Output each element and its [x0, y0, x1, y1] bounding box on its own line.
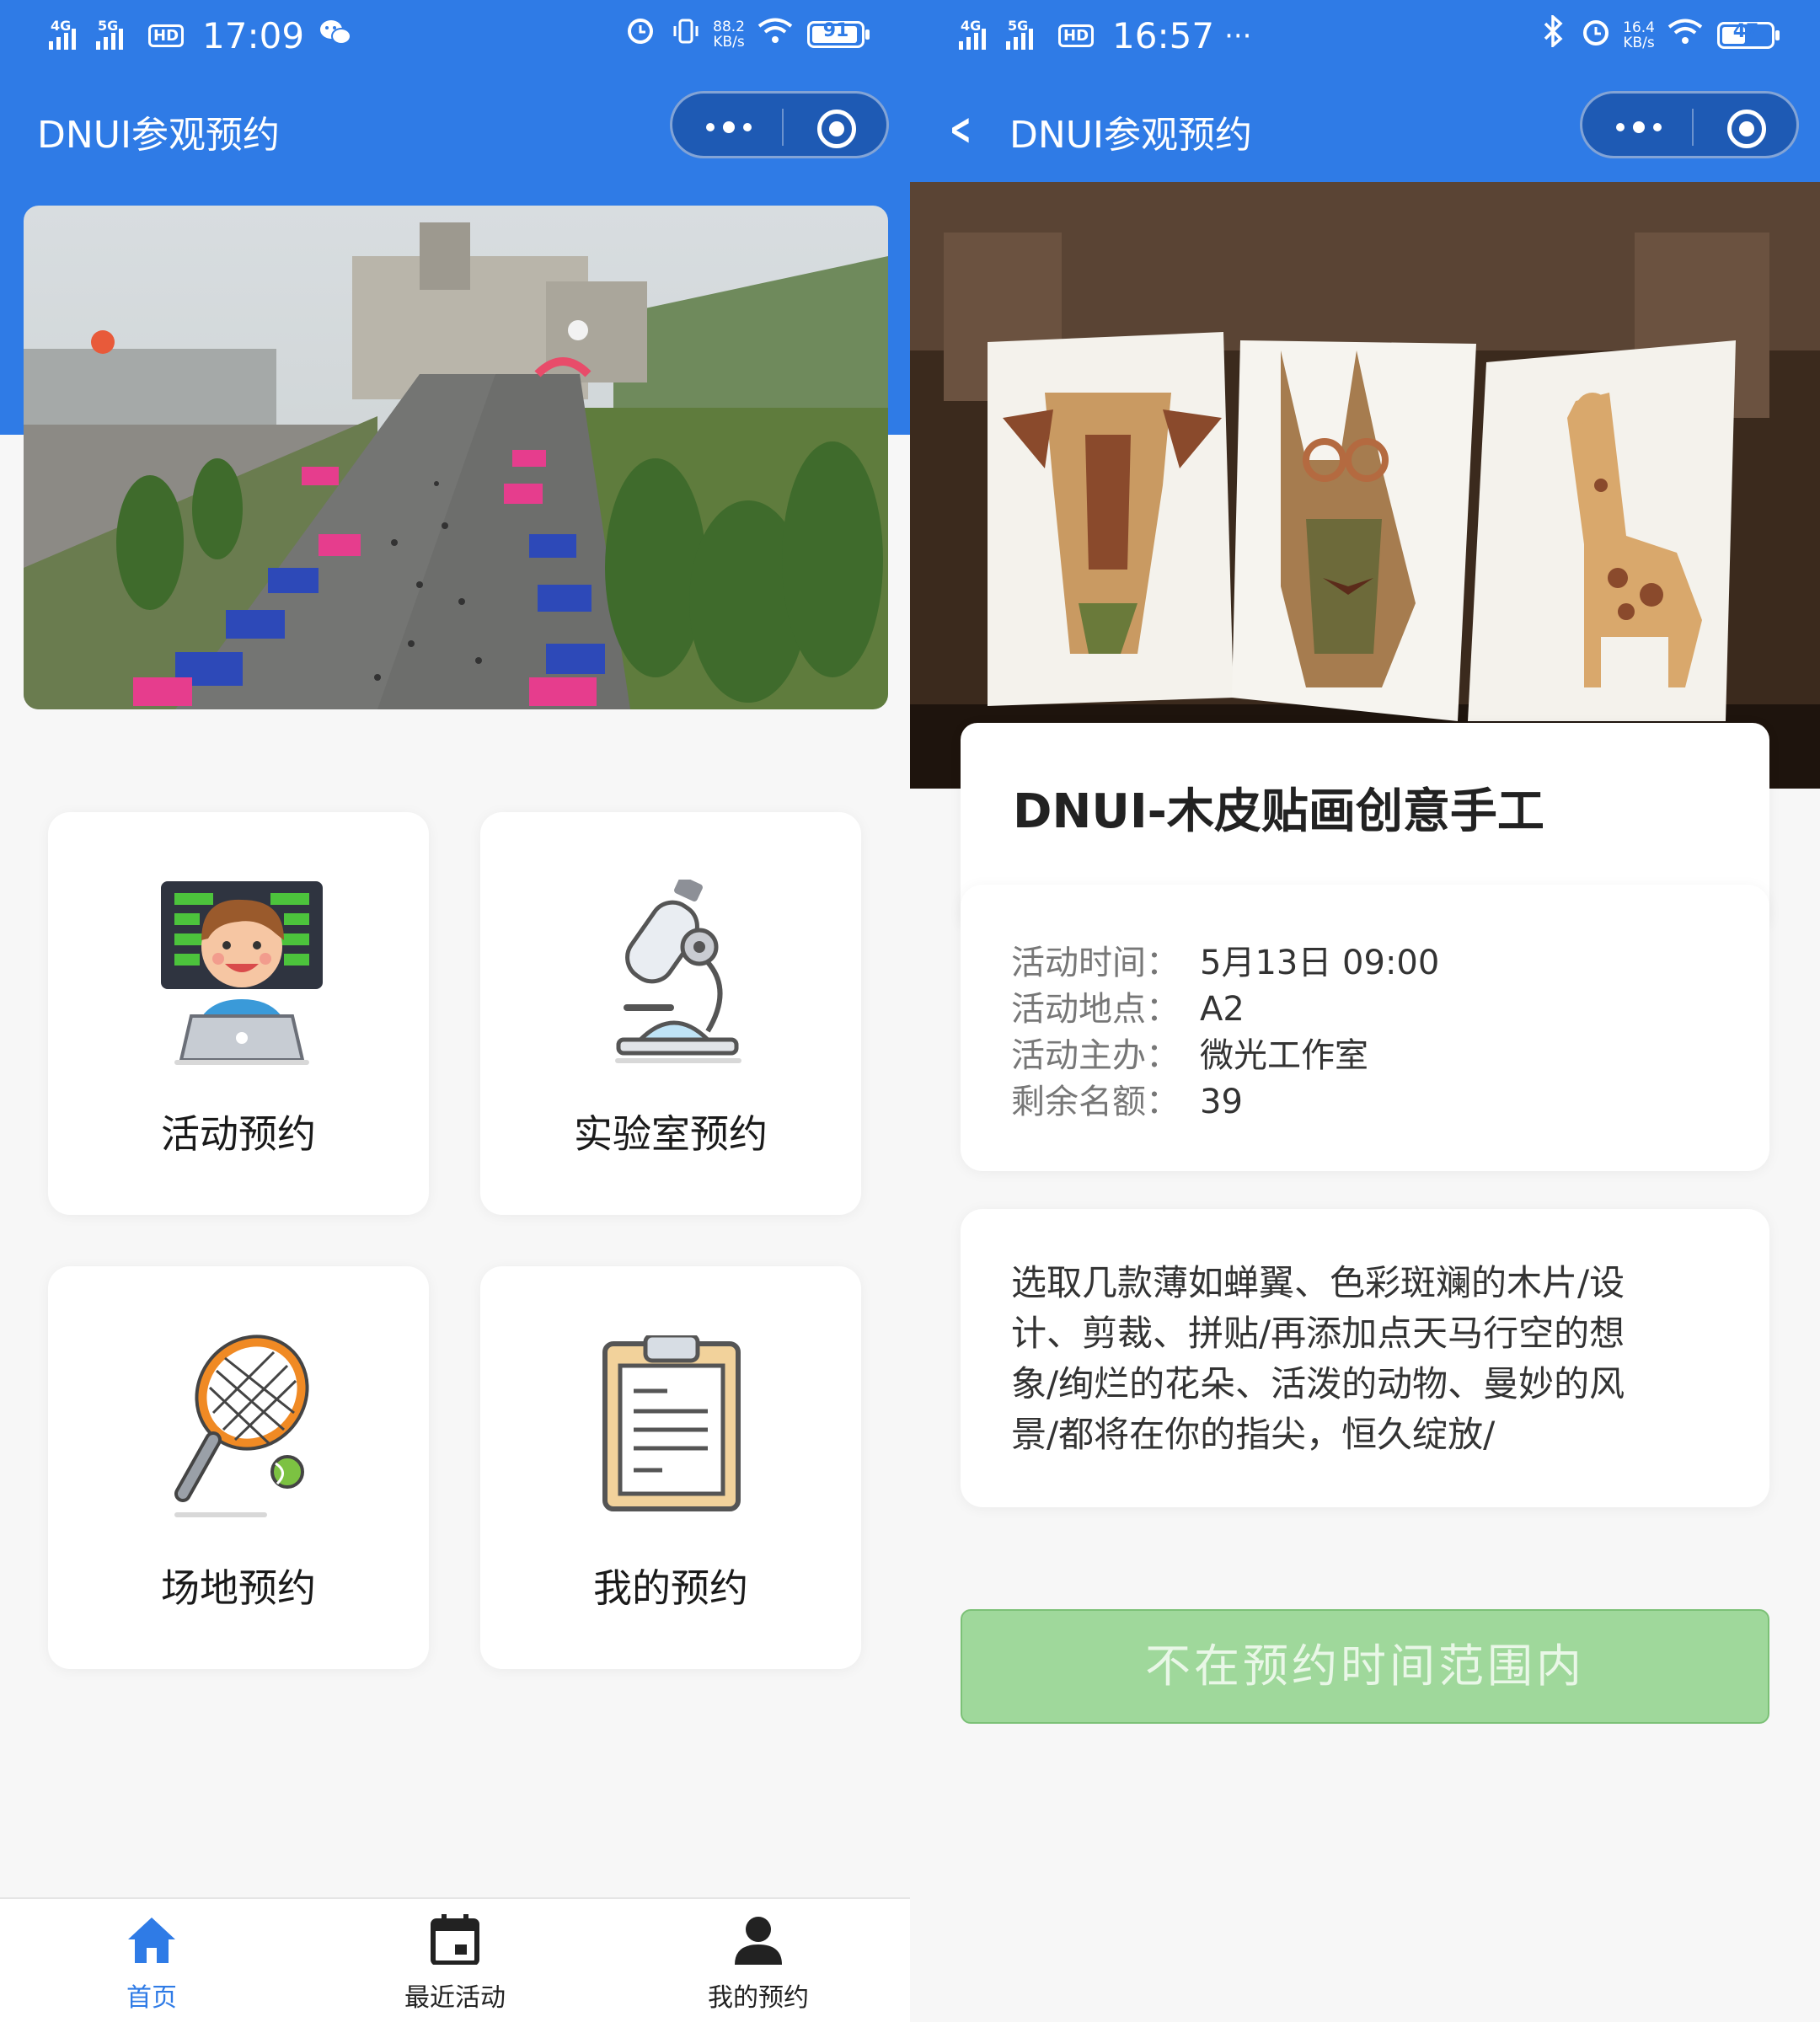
- tab-label: 我的预约: [708, 1983, 809, 2013]
- clipboard-icon: [600, 1333, 743, 1516]
- bluetooth-icon: [1540, 13, 1566, 56]
- tab-bar: 首页 最近活动 我的预约: [0, 1897, 910, 2022]
- wechat-icon: [319, 19, 352, 54]
- wifi-icon: [757, 15, 794, 54]
- hd-voice-badge: HD: [148, 24, 185, 47]
- calendar-icon: [431, 1914, 479, 1966]
- mini-program-capsule[interactable]: [670, 91, 889, 158]
- info-remaining-slots: 剩余名额： 39: [1011, 1083, 1243, 1121]
- page-title: DNUI参观预约: [37, 114, 280, 157]
- activity-title: DNUI-木皮贴画创意手工: [1013, 784, 1544, 839]
- tab-label: 最近活动: [404, 1983, 506, 2013]
- status-bar: 4G 5G HD 17:09 88.2 KB/s 91: [0, 0, 910, 74]
- signal-4g-icon: 4G: [49, 18, 88, 53]
- menu-label: 场地预约: [161, 1565, 316, 1611]
- wifi-icon: [1667, 16, 1704, 55]
- nav-bar: < DNUI参观预约: [910, 81, 1820, 175]
- close-mini-program-icon[interactable]: [817, 110, 856, 148]
- menu-card-venue[interactable]: 场地预约: [48, 1266, 429, 1669]
- info-organizer: 活动主办： 微光工作室: [1011, 1036, 1368, 1075]
- battery-indicator: 47: [1717, 21, 1780, 49]
- menu-label: 我的预约: [593, 1565, 748, 1611]
- more-menu-icon[interactable]: [1616, 121, 1670, 133]
- signal-5g-icon: 5G: [1006, 18, 1045, 53]
- hd-voice-badge: HD: [1058, 24, 1095, 47]
- clock: 16:57: [1112, 15, 1215, 56]
- microscope-icon: [607, 876, 741, 1068]
- activity-detail-screen: 4G 5G HD 16:57 ··· 16.4 KB/s 47 < DNUI参观…: [910, 0, 1820, 2022]
- more-menu-icon[interactable]: [706, 121, 760, 133]
- tab-label: 首页: [126, 1983, 177, 2013]
- network-speed: 16.4 KB/s: [1623, 19, 1655, 51]
- alarm-icon: [1581, 17, 1611, 54]
- activity-description: 选取几款薄如蝉翼、色彩斑斓的木片/设计、剪裁、拼贴/再添加点天马行空的想象/绚烂…: [1011, 1262, 1625, 1455]
- activity-info-card: 活动时间： 5月13日 09:00 活动地点： A2 活动主办： 微光工作室 剩余名额…: [961, 885, 1769, 1171]
- vibrate-icon: [671, 16, 701, 53]
- network-speed: 88.2 KB/s: [713, 19, 745, 51]
- home-icon: [128, 1918, 175, 1963]
- activity-hero: [910, 182, 1820, 789]
- info-time: 活动时间： 5月13日 09:00: [1011, 944, 1440, 982]
- home-screen: 4G 5G HD 17:09 88.2 KB/s 91 DNUI参观预约 活动预…: [0, 0, 910, 2022]
- tab-recent-activities[interactable]: 最近活动: [354, 1914, 556, 2014]
- menu-label: 实验室预约: [574, 1111, 768, 1157]
- menu-label: 活动预约: [161, 1111, 316, 1157]
- tab-my-bookings[interactable]: 我的预约: [657, 1914, 859, 2014]
- mini-program-capsule[interactable]: [1580, 91, 1799, 158]
- wood-veneer-art-image: [910, 182, 1820, 789]
- status-bar: 4G 5G HD 16:57 ··· 16.4 KB/s 47: [910, 0, 1820, 74]
- menu-card-activity[interactable]: 活动预约: [48, 812, 429, 1215]
- user-icon: [735, 1917, 782, 1965]
- activity-description-card: 选取几款薄如蝉翼、色彩斑斓的木片/设计、剪裁、拼贴/再添加点天马行空的想象/绚烂…: [961, 1209, 1769, 1507]
- close-mini-program-icon[interactable]: [1727, 110, 1766, 148]
- campus-banner-image: [24, 206, 888, 709]
- alarm-icon: [625, 15, 656, 54]
- tab-home[interactable]: 首页: [51, 1914, 253, 2014]
- info-location: 活动地点： A2: [1011, 990, 1245, 1029]
- page-title: DNUI参观预约: [1009, 114, 1252, 157]
- book-button-disabled[interactable]: 不在预约时间范围内: [961, 1609, 1769, 1724]
- battery-indicator: 91: [807, 20, 870, 48]
- more-notifications: ···: [1224, 19, 1252, 53]
- presenter-laptop-icon: [158, 881, 326, 1070]
- back-arrow-icon[interactable]: <: [950, 104, 972, 155]
- nav-bar: DNUI参观预约: [0, 81, 910, 175]
- clock: 17:09: [202, 15, 305, 56]
- campus-banner[interactable]: [24, 206, 888, 709]
- tennis-racket-icon: [166, 1329, 318, 1526]
- signal-5g-icon: 5G: [96, 18, 135, 53]
- menu-card-my-booking[interactable]: 我的预约: [480, 1266, 861, 1669]
- menu-card-lab[interactable]: 实验室预约: [480, 812, 861, 1215]
- signal-4g-icon: 4G: [959, 18, 998, 53]
